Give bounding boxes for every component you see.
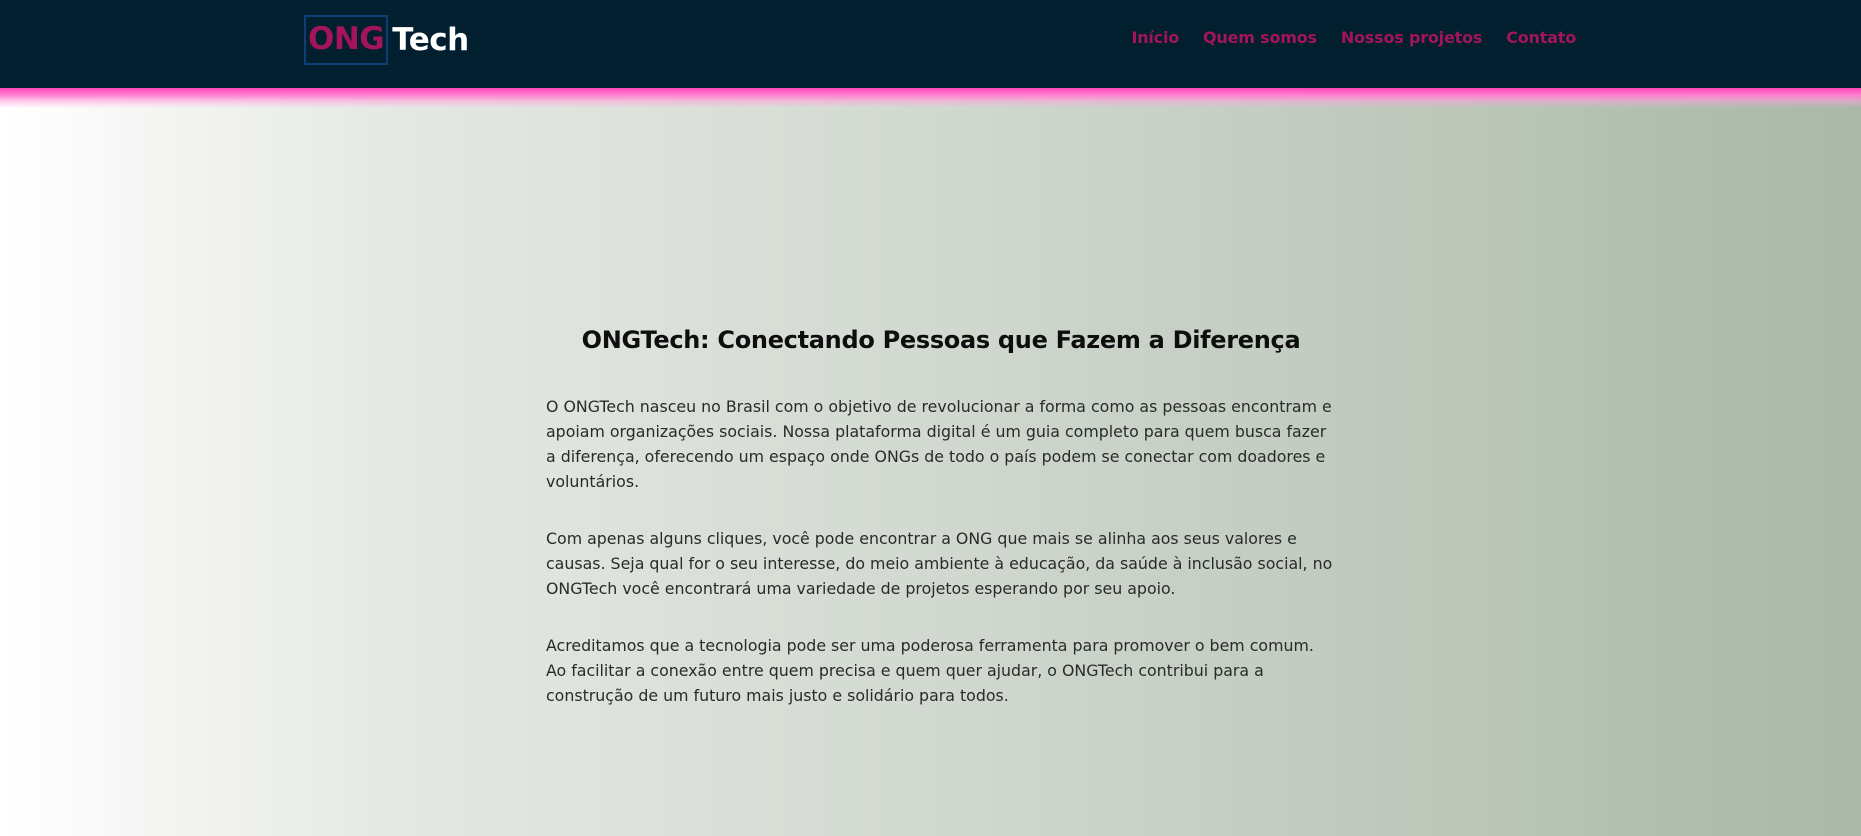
logo-ong-text: ONG [304, 15, 389, 65]
about-paragraph-2: Com apenas alguns cliques, você pode enc… [546, 529, 1333, 598]
nav-link-inicio[interactable]: Início [1131, 28, 1179, 47]
main-nav: Início Quem somos Nossos projetos Contat… [1131, 28, 1576, 47]
nav-link-nossos-projetos[interactable]: Nossos projetos [1341, 28, 1483, 47]
about-paragraph-3: Acreditamos que a tecnologia pode ser um… [546, 636, 1314, 705]
about-section: ONGTech: Conectando Pessoas que Fazem a … [546, 326, 1336, 740]
logo-tech-text: Tech [392, 22, 469, 58]
site-logo[interactable]: ONG Tech [304, 14, 469, 66]
page-title: ONGTech: Conectando Pessoas que Fazem a … [581, 326, 1301, 354]
about-paragraph-1: O ONGTech nasceu no Brasil com o objetiv… [546, 397, 1332, 491]
nav-link-quem-somos[interactable]: Quem somos [1203, 28, 1317, 47]
top-navbar: ONG Tech Início Quem somos Nossos projet… [0, 0, 1861, 88]
header-accent-divider [0, 88, 1861, 108]
nav-link-contato[interactable]: Contato [1506, 28, 1576, 47]
